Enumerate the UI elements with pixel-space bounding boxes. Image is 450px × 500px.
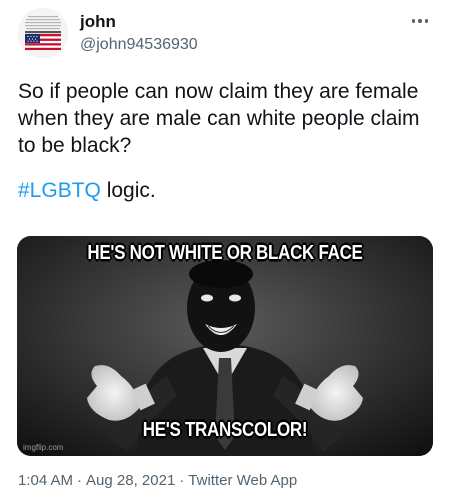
tweet-text: So if people can now claim they are fema… [18,78,428,204]
tweet-card: john @john94536930 So if people can now … [0,0,450,500]
meme-bottom-caption: HE'S TRANSCOLOR! [142,418,308,441]
tweet-media-image[interactable]: HE'S NOT WHITE OR BLACK FACE HE'S TRANSC… [17,236,433,456]
author-names: john @john94536930 [80,12,198,55]
more-options-icon[interactable] [408,14,432,28]
user-handle[interactable]: @john94536930 [80,35,198,55]
us-flag-avatar-icon[interactable] [18,8,68,58]
tweet-time[interactable]: 1:04 AM [18,472,73,489]
tweet-text-hashtag-line: #LGBTQ logic. [18,177,428,204]
separator-dot: · [179,472,185,489]
meme-top-caption: HE'S NOT WHITE OR BLACK FACE [87,241,363,264]
hashtag-link[interactable]: #LGBTQ [18,179,101,202]
separator-dot: · [77,472,83,489]
tweet-metadata: 1:04 AM · Aug 28, 2021 · Twitter Web App [18,472,297,489]
meme-watermark: imgflip.com [23,443,64,452]
tweet-source[interactable]: Twitter Web App [188,472,297,489]
tweet-date[interactable]: Aug 28, 2021 [86,472,175,489]
hashtag-suffix: logic. [100,179,156,202]
display-name[interactable]: john [80,12,198,32]
tweet-text-line: So if people can now claim they are fema… [18,80,420,157]
